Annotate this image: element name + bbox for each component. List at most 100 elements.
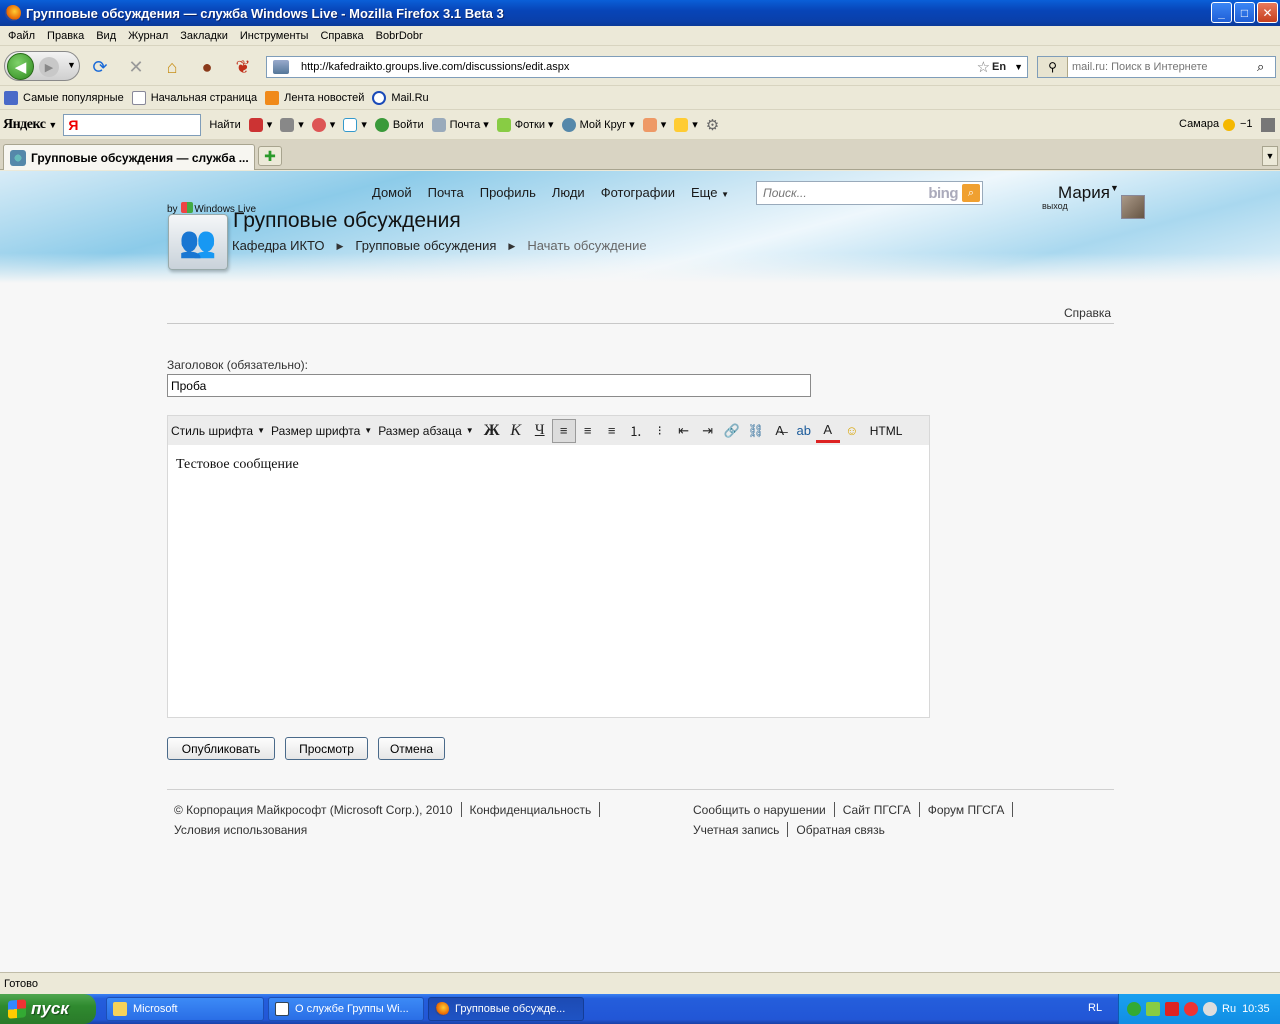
smiley-icon[interactable]: ☺ <box>840 419 864 443</box>
yandex-login-button[interactable]: Войти <box>374 117 424 132</box>
spellcheck-icon[interactable]: ▾ <box>343 117 367 132</box>
bookmark-most-visited[interactable]: Самые популярные <box>4 90 124 105</box>
language-indicator[interactable]: En <box>992 61 1006 73</box>
tray-language[interactable]: Ru <box>1222 1003 1236 1015</box>
tray-shield-icon[interactable] <box>1146 1002 1160 1016</box>
beaver-addon-icon[interactable]: ● <box>196 56 218 78</box>
align-left-icon[interactable]: ≡ <box>551 418 576 443</box>
web-search-box[interactable]: ⚲ ⌕ <box>1037 56 1276 78</box>
user-menu[interactable]: Мария▼ выход <box>1042 183 1119 211</box>
menu-file[interactable]: Файл <box>2 30 41 42</box>
nav-mail[interactable]: Почта <box>428 185 464 200</box>
translate-icon[interactable]: ▾ <box>311 117 335 132</box>
align-center-icon[interactable]: ≡ <box>576 419 600 443</box>
bookmark-news-feed[interactable]: Лента новостей <box>265 90 364 105</box>
nav-people[interactable]: Люди <box>552 185 585 200</box>
yandex-search-input[interactable]: Я <box>63 113 202 136</box>
forum-link[interactable]: Форум ПГСГА <box>928 803 1005 817</box>
html-mode-button[interactable]: HTML <box>870 424 903 438</box>
indent-icon[interactable]: ⇥ <box>696 419 720 443</box>
feedback-link[interactable]: Обратная связь <box>796 823 884 837</box>
yandex-photos-button[interactable]: Фотки ▾ <box>496 117 554 132</box>
bing-search-input[interactable] <box>757 186 929 200</box>
web-search-input[interactable] <box>1068 61 1257 73</box>
nav-profile[interactable]: Профиль <box>480 185 536 200</box>
maximize-button[interactable]: □ <box>1234 2 1255 23</box>
yandex-favorites-button[interactable]: ▾ <box>674 117 698 132</box>
tab-group-discussions[interactable]: Групповые обсуждения — служба ... <box>3 144 255 170</box>
yandex-find-button[interactable]: Найти <box>209 119 240 131</box>
tray-network-icon[interactable] <box>1127 1002 1141 1016</box>
close-button[interactable]: ✕ <box>1257 2 1278 23</box>
reload-icon[interactable]: ⟳ <box>89 56 111 78</box>
tray-update-icon[interactable] <box>1203 1002 1217 1016</box>
rank-icon[interactable]: ▾ <box>280 117 304 132</box>
editor-body[interactable]: Тестовое сообщение <box>168 445 929 485</box>
align-right-icon[interactable]: ≡ <box>600 419 624 443</box>
bold-button[interactable]: Ж <box>480 419 504 443</box>
paw-addon-icon[interactable]: ❦ <box>232 56 254 78</box>
nav-more[interactable]: Еще ▼ <box>691 185 729 200</box>
window-titlebar[interactable]: Групповые обсуждения — служба Windows Li… <box>0 0 1280 26</box>
back-button[interactable]: ◀ <box>7 53 34 80</box>
sign-out-link[interactable]: выход <box>1042 201 1068 211</box>
menu-bookmarks[interactable]: Закладки <box>174 30 234 42</box>
taskbar-item-microsoft[interactable]: Microsoft <box>106 997 264 1021</box>
home-icon[interactable]: ⌂ <box>161 56 183 78</box>
taskbar-item-word[interactable]: О службе Группы Wi... <box>268 997 424 1021</box>
settings-gear-icon[interactable]: ⚙ <box>706 116 719 134</box>
menu-bobrdobr[interactable]: BobrDobr <box>370 30 429 42</box>
yandex-logo[interactable]: Яндекс <box>3 117 46 133</box>
title-input[interactable]: Проба <box>167 374 811 397</box>
site-link[interactable]: Сайт ПГСГА <box>843 803 911 817</box>
font-color-icon[interactable]: A <box>815 419 840 443</box>
search-icon[interactable]: ⌕ <box>1257 59 1275 75</box>
report-abuse-link[interactable]: Сообщить о нарушении <box>693 803 826 817</box>
avatar[interactable] <box>1121 195 1145 219</box>
insert-link-icon[interactable]: 🔗 <box>720 419 744 443</box>
font-size-dropdown[interactable]: Размер шрифта ▼ <box>271 424 372 438</box>
nav-home[interactable]: Домой <box>372 185 412 200</box>
bookmark-star-icon[interactable]: ☆ <box>977 58 990 76</box>
tray-target-icon[interactable] <box>1184 1002 1198 1016</box>
bulleted-list-icon[interactable]: ⁝ <box>648 419 672 443</box>
yandex-circle-button[interactable]: Мой Круг ▾ <box>561 117 635 132</box>
terms-link[interactable]: Условия использования <box>174 823 307 837</box>
highlight-icon[interactable]: ▾ <box>248 117 272 132</box>
yandex-menu-dropdown-icon[interactable]: ▼ <box>48 120 57 130</box>
yandex-addons-button[interactable]: ▾ <box>642 117 666 132</box>
numbered-list-icon[interactable]: ⒈ <box>624 419 648 443</box>
paragraph-size-dropdown[interactable]: Размер абзаца ▼ <box>378 424 474 438</box>
font-style-dropdown[interactable]: Стиль шрифта ▼ <box>171 424 265 438</box>
menu-tools[interactable]: Инструменты <box>234 30 315 42</box>
highlight-color-icon[interactable]: ab <box>792 419 816 443</box>
tray-kaspersky-icon[interactable] <box>1165 1002 1179 1016</box>
account-link[interactable]: Учетная запись <box>693 823 779 837</box>
address-bar[interactable]: http://kafedraikto.groups.live.com/discu… <box>266 56 1028 78</box>
menu-view[interactable]: Вид <box>90 30 122 42</box>
menu-edit[interactable]: Правка <box>41 30 90 42</box>
bookmark-mailru[interactable]: Mail.Ru <box>372 90 429 105</box>
search-engine-icon[interactable]: ⚲ <box>1038 57 1068 77</box>
forward-button[interactable]: ▶ <box>39 57 59 77</box>
tab-list-dropdown-icon[interactable]: ▼ <box>1262 146 1278 166</box>
taskbar-item-firefox[interactable]: Групповые обсужде... <box>428 997 584 1021</box>
bookmark-start-page[interactable]: Начальная страница <box>131 90 257 105</box>
menu-help[interactable]: Справка <box>314 30 369 42</box>
privacy-link[interactable]: Конфиденциальность <box>470 803 592 817</box>
strikethrough-icon[interactable]: A̶ <box>768 419 792 443</box>
breadcrumb-discussions[interactable]: Групповые обсуждения <box>355 238 496 255</box>
keyboard-language[interactable]: RL <box>1088 1002 1102 1014</box>
weather-widget-icon[interactable] <box>1261 118 1275 132</box>
breadcrumb-group[interactable]: Кафедра ИКТО <box>232 238 325 255</box>
bing-search-box[interactable]: bing ⌕ <box>756 181 983 205</box>
nav-photos[interactable]: Фотографии <box>601 185 675 200</box>
italic-button[interactable]: К <box>504 419 528 443</box>
remove-link-icon[interactable]: ⛓ <box>744 419 768 443</box>
start-button[interactable]: пуск <box>0 994 96 1024</box>
history-dropdown-icon[interactable]: ▼ <box>67 60 76 70</box>
help-link[interactable]: Справка <box>1064 306 1111 320</box>
search-icon[interactable]: ⌕ <box>962 184 980 202</box>
site-identity-icon[interactable] <box>273 60 289 74</box>
url-dropdown-icon[interactable]: ▼ <box>1014 62 1023 72</box>
